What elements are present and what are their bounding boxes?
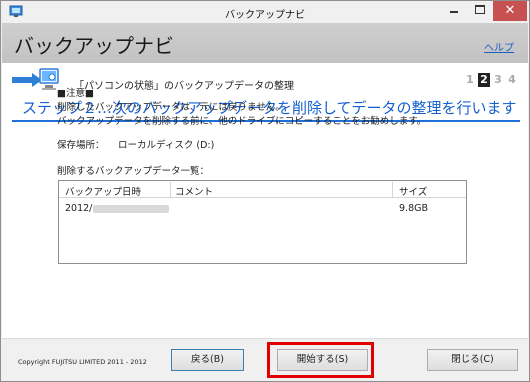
table-header: バックアップ日時 コメント サイズ bbox=[59, 181, 466, 198]
notice-title: ■注意■ bbox=[57, 88, 94, 99]
column-divider bbox=[392, 182, 393, 197]
backup-list-label: 削除するバックアップデータ一覧： bbox=[57, 166, 210, 177]
maximize-button[interactable] bbox=[467, 1, 493, 21]
column-divider bbox=[170, 182, 171, 197]
start-button[interactable]: 開始する(S) bbox=[277, 349, 368, 371]
column-header-size[interactable]: サイズ bbox=[399, 184, 427, 198]
notice-line-1: 削除したバックアップデータは、元には戻りません。 bbox=[57, 102, 285, 113]
step-number-3: 3 bbox=[494, 73, 502, 86]
maximize-icon bbox=[475, 5, 485, 14]
close-window-button[interactable]: ✕ bbox=[493, 1, 527, 21]
help-link[interactable]: ヘルプ bbox=[484, 39, 514, 54]
backup-data-table[interactable]: バックアップ日時 コメント サイズ 2012/ 9.8GB bbox=[58, 180, 467, 264]
row-size: 9.8GB bbox=[399, 203, 428, 214]
step-indicator: 1 2 3 4 bbox=[464, 73, 518, 87]
page-title: バックアップナビ bbox=[14, 34, 174, 58]
title-bar: バックアップナビ ✕ bbox=[1, 1, 529, 23]
close-button[interactable]: 閉じる(C) bbox=[427, 349, 518, 371]
table-row[interactable]: 2012/ 9.8GB bbox=[59, 203, 466, 217]
storage-label: 保存場所： bbox=[57, 140, 105, 151]
column-header-comment[interactable]: コメント bbox=[175, 184, 213, 198]
minimize-button[interactable] bbox=[441, 1, 467, 21]
minimize-icon bbox=[450, 11, 458, 13]
app-header: バックアップナビ ヘルプ bbox=[2, 23, 528, 63]
step-number-2-current: 2 bbox=[478, 73, 490, 87]
app-window: バックアップナビ ✕ バックアップナビ ヘルプ 「パソコンの状態」のバックアップ… bbox=[0, 0, 530, 382]
step-number-1: 1 bbox=[466, 73, 474, 86]
storage-value: ローカルディスク (D:) bbox=[118, 140, 215, 151]
row-date: 2012/ bbox=[65, 203, 170, 214]
redacted-text bbox=[93, 204, 170, 213]
notice-line-2: バックアップデータを削除する前に、他のドライブにコピーすることをお勧めします。 bbox=[57, 116, 427, 127]
step-number-4: 4 bbox=[508, 73, 516, 86]
close-icon: ✕ bbox=[504, 3, 516, 18]
copyright-text: Copyright FUJITSU LIMITED 2011 - 2012 bbox=[18, 358, 147, 366]
row-date-text: 2012/ bbox=[65, 203, 93, 214]
notice-block: ■注意■ 削除したバックアップデータは、元には戻りません。 バックアップデータを… bbox=[57, 87, 426, 129]
storage-location: 保存場所： ローカルディスク (D:) bbox=[57, 137, 214, 151]
back-button[interactable]: 戻る(B) bbox=[171, 349, 244, 371]
footer-bar: Copyright FUJITSU LIMITED 2011 - 2012 戻る… bbox=[2, 338, 528, 381]
backup-pc-icon bbox=[12, 68, 59, 90]
column-header-date[interactable]: バックアップ日時 bbox=[65, 184, 141, 198]
